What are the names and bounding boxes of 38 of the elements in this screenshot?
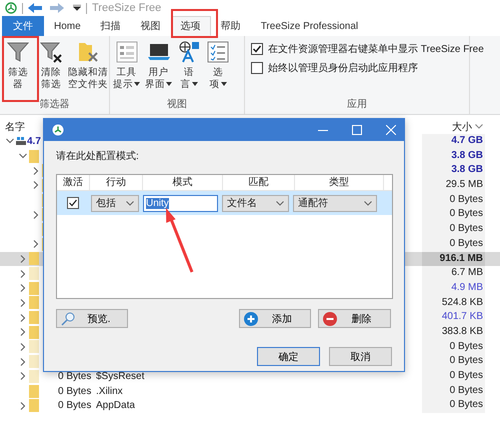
size-cell: 0 Bytes: [422, 384, 485, 398]
size-cell: 4.7 GB: [422, 134, 485, 149]
group-label: 应用: [346, 98, 368, 112]
size-cell: 29.5 MB: [422, 178, 485, 193]
folder-size: 0 Bytes: [58, 370, 92, 382]
size-cell: 3.8 GB: [422, 148, 485, 164]
group-label: 视图: [166, 98, 188, 112]
size-cell: 0 Bytes: [422, 354, 485, 369]
column-header: 模式: [143, 175, 223, 190]
size-cell: 0 Bytes: [422, 236, 485, 252]
drive-size-label: 4.7: [27, 136, 41, 147]
group-label: 筛选器: [38, 98, 70, 112]
checkbox-label: 在文件资源管理器右键菜单中显示 TreeSize Free: [268, 42, 484, 56]
size-cell: 383.8 KB: [422, 324, 485, 340]
dialog-prompt: 请在此处配置模式:: [56, 150, 140, 164]
size-cell: 3.8 GB: [422, 163, 485, 178]
column-header: 类型: [295, 175, 384, 190]
folder-name: $SysReset: [96, 370, 144, 382]
column-header: 激活: [57, 175, 90, 190]
size-cell: 0 Bytes: [422, 340, 485, 354]
checkbox-label: 始终以管理员身份启动此应用程序: [268, 62, 418, 75]
size-cell: 524.8 KB: [422, 296, 485, 310]
size-cell: 916.1 MB: [422, 252, 485, 266]
window-title: TreeSize Free: [92, 2, 162, 14]
size-cell: 0 Bytes: [422, 207, 485, 222]
folder-name: .Xilinx: [96, 386, 123, 397]
folder-name: AppData: [96, 400, 135, 412]
folder-size: 0 Bytes: [58, 386, 92, 397]
size-cell: 0 Bytes: [422, 192, 485, 208]
size-cell: 0 Bytes: [422, 398, 485, 414]
size-cell: 401.7 KB: [422, 310, 485, 325]
size-cell: 0 Bytes: [422, 369, 485, 384]
size-cell: 6.7 MB: [422, 266, 485, 281]
size-cell: 0 Bytes: [422, 222, 485, 237]
column-header: 行动: [90, 175, 143, 190]
column-header: 匹配: [223, 175, 295, 190]
folder-size: 0 Bytes: [58, 400, 92, 412]
size-cell: 4.9 MB: [422, 280, 485, 296]
